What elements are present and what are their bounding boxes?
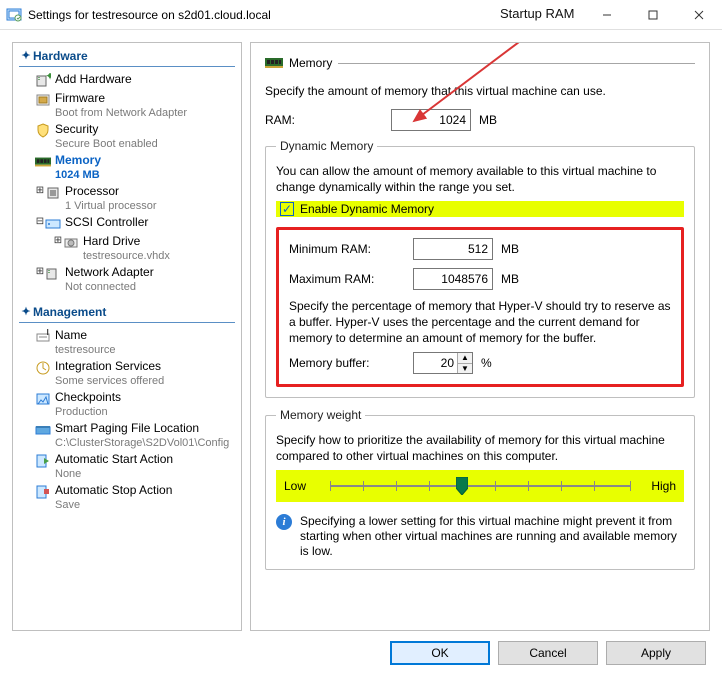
cancel-button[interactable]: Cancel <box>498 641 598 665</box>
tree-hard-drive[interactable]: ⊞ Hard Drivetestresource.vhdx <box>15 233 239 264</box>
memory-settings-panel: Memory Specify the amount of memory that… <box>250 42 710 631</box>
tree-add-hardware[interactable]: ✦ Add Hardware <box>15 71 239 90</box>
tree-autostop[interactable]: Automatic Stop ActionSave <box>15 482 239 513</box>
processor-icon <box>45 185 61 201</box>
tree-spf[interactable]: Smart Paging File LocationC:\ClusterStor… <box>15 420 239 451</box>
spin-down-icon[interactable]: ▼ <box>458 363 472 374</box>
autostop-icon <box>35 484 51 500</box>
buffer-unit: % <box>481 356 492 370</box>
memory-weight-desc: Specify how to prioritize the availabili… <box>276 432 684 464</box>
slider-high-label: High <box>636 479 676 493</box>
max-ram-input[interactable] <box>413 268 493 290</box>
dialog-footer: OK Cancel Apply <box>0 631 722 675</box>
dynamic-memory-desc: You can allow the amount of memory avail… <box>276 163 684 195</box>
memory-icon <box>265 57 283 69</box>
tree-checkpoints[interactable]: CheckpointsProduction <box>15 389 239 420</box>
tree-autostart[interactable]: Automatic Start ActionNone <box>15 451 239 482</box>
settings-tree[interactable]: ✦ Hardware ✦ Add Hardware FirmwareBoot f… <box>12 42 242 631</box>
tree-firmware[interactable]: FirmwareBoot from Network Adapter <box>15 90 239 121</box>
tree-integration[interactable]: Integration ServicesSome services offere… <box>15 358 239 389</box>
close-button[interactable] <box>676 0 722 29</box>
maximize-button[interactable] <box>630 0 676 29</box>
tree-memory[interactable]: Memory1024 MB <box>15 152 239 183</box>
dynamic-memory-group: Dynamic Memory You can allow the amount … <box>265 139 695 398</box>
panel-title-row: Memory <box>265 53 695 73</box>
max-ram-label: Maximum RAM: <box>289 272 413 286</box>
section-hardware-header: ✦ Hardware <box>19 45 235 67</box>
info-icon: i <box>276 514 292 530</box>
section-hardware-label: Hardware <box>33 49 88 63</box>
ram-input[interactable] <box>391 109 471 131</box>
security-icon <box>35 123 51 139</box>
integration-icon <box>35 360 51 376</box>
tree-security[interactable]: SecuritySecure Boot enabled <box>15 121 239 152</box>
panel-title: Memory <box>289 56 332 70</box>
window-controls <box>584 0 722 29</box>
memory-description: Specify the amount of memory that this v… <box>265 83 695 99</box>
svg-text:✦: ✦ <box>45 73 51 83</box>
section-management-label: Management <box>33 305 106 319</box>
memory-icon <box>35 154 51 170</box>
spin-up-icon[interactable]: ▲ <box>458 353 472 363</box>
slider-low-label: Low <box>284 479 324 493</box>
annotation-startup-ram: Startup RAM <box>500 6 574 21</box>
memory-weight-slider[interactable]: Low High <box>276 470 684 502</box>
memory-weight-group: Memory weight Specify how to prioritize … <box>265 408 695 570</box>
min-ram-unit: MB <box>501 242 519 256</box>
add-hardware-icon: ✦ <box>35 73 51 89</box>
app-icon <box>6 7 22 23</box>
ram-label: RAM: <box>265 113 345 127</box>
checkbox-icon: ✓ <box>280 202 294 216</box>
ram-unit: MB <box>479 113 497 127</box>
enable-dynamic-memory-checkbox[interactable]: ✓ Enable Dynamic Memory <box>276 201 684 217</box>
dynamic-memory-legend: Dynamic Memory <box>276 139 377 153</box>
scsi-icon <box>45 216 61 232</box>
minimize-button[interactable] <box>584 0 630 29</box>
tree-network-adapter[interactable]: ⊞ Network AdapterNot connected <box>15 264 239 295</box>
hard-drive-icon <box>63 235 79 251</box>
spf-icon <box>35 422 51 438</box>
tree-name[interactable]: I Nametestresource <box>15 327 239 358</box>
name-icon: I <box>35 329 51 345</box>
title-bar: Settings for testresource on s2d01.cloud… <box>0 0 722 30</box>
window-title: Settings for testresource on s2d01.cloud… <box>28 8 271 22</box>
collapse-icon[interactable]: ✦ <box>19 305 33 318</box>
buffer-spinner[interactable]: ▲▼ <box>457 353 472 373</box>
min-ram-input[interactable] <box>413 238 493 260</box>
max-ram-unit: MB <box>501 272 519 286</box>
memory-weight-info: Specifying a lower setting for this virt… <box>300 514 684 559</box>
dynamic-memory-highlight-box: Minimum RAM: MB Maximum RAM: MB Specify … <box>276 227 684 387</box>
network-icon <box>45 266 61 282</box>
ok-button[interactable]: OK <box>390 641 490 665</box>
firmware-icon <box>35 92 51 108</box>
tree-processor[interactable]: ⊞ Processor1 Virtual processor <box>15 183 239 214</box>
memory-weight-legend: Memory weight <box>276 408 365 422</box>
buffer-label: Memory buffer: <box>289 356 413 370</box>
min-ram-label: Minimum RAM: <box>289 242 413 256</box>
tree-scsi-controller[interactable]: ⊟ SCSI Controller <box>15 214 239 233</box>
collapse-icon[interactable]: ✦ <box>19 49 33 62</box>
autostart-icon <box>35 453 51 469</box>
buffer-desc: Specify the percentage of memory that Hy… <box>289 298 671 346</box>
slider-thumb[interactable] <box>456 477 468 495</box>
section-management-header: ✦ Management <box>19 301 235 323</box>
svg-text:I: I <box>46 329 49 338</box>
apply-button[interactable]: Apply <box>606 641 706 665</box>
checkpoints-icon <box>35 391 51 407</box>
